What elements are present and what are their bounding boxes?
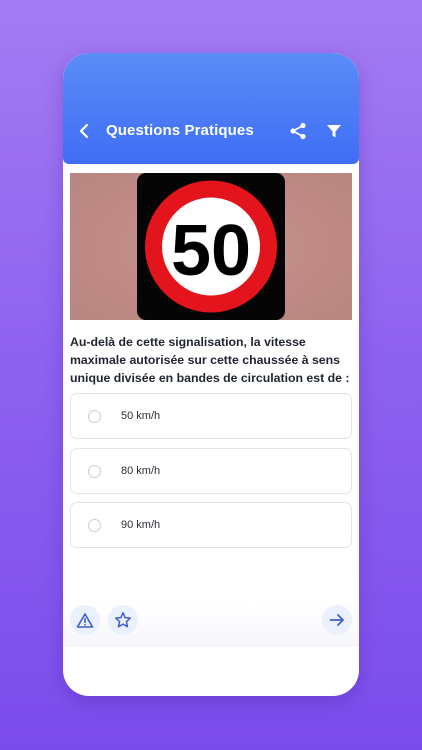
speed-limit-sign: 50 (137, 173, 285, 320)
filter-icon (327, 125, 341, 138)
favorite-button[interactable] (108, 605, 138, 635)
question-text: Au-delà de cette signalisation, la vites… (70, 335, 350, 385)
share-icon (290, 122, 306, 140)
answer-option-label: 80 km/h (121, 465, 161, 477)
share-button[interactable] (288, 121, 308, 141)
radio-button[interactable] (88, 518, 101, 532)
next-button[interactable] (322, 605, 352, 635)
page-title: Questions Pratiques (106, 122, 254, 139)
radio-button[interactable] (88, 464, 101, 478)
back-button[interactable] (75, 121, 95, 141)
filter-button[interactable] (325, 122, 343, 140)
report-button[interactable] (70, 605, 100, 635)
back-arrow-icon (79, 123, 89, 139)
speed-limit-number: 50 (171, 211, 251, 291)
answer-option[interactable]: 80 km/h (70, 448, 352, 494)
arrow-right-icon (329, 614, 344, 626)
divider (63, 603, 359, 647)
radio-button[interactable] (88, 409, 101, 423)
answer-option-label: 50 km/h (121, 410, 161, 422)
app-bar: Questions Pratiques (63, 53, 359, 164)
answer-option-label: 90 km/h (121, 519, 161, 531)
answer-option[interactable]: 50 km/h (70, 393, 352, 439)
warning-icon (76, 612, 94, 628)
road-sign-image: 50 (70, 173, 352, 320)
star-icon (114, 612, 132, 628)
phone-frame: Questions Pratiques 50 Au-delà de cette … (63, 53, 359, 696)
answer-option[interactable]: 90 km/h (70, 502, 352, 548)
